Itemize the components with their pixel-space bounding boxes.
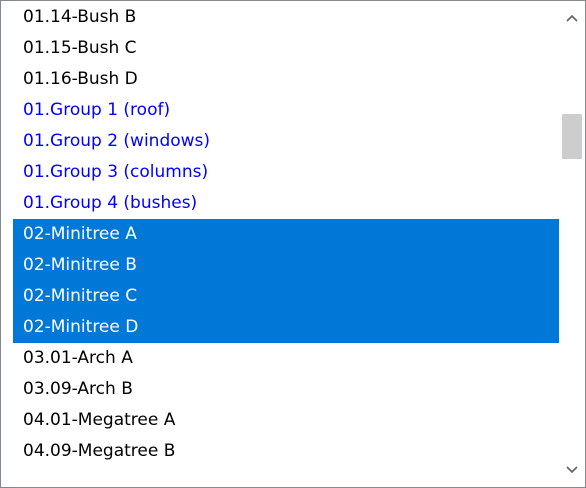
list-item[interactable]: 03.09-Arch B xyxy=(1,374,559,405)
list-item[interactable]: 03.01-Arch A xyxy=(1,343,559,374)
list-item[interactable]: 04.01-Megatree A xyxy=(1,405,559,436)
list-item-group[interactable]: 01.Group 2 (windows) xyxy=(1,126,559,157)
listbox-items: 01.14-Bush B 01.15-Bush C 01.16-Bush D 0… xyxy=(1,2,559,486)
list-item[interactable]: 01.15-Bush C xyxy=(1,33,559,64)
scroll-down-button[interactable] xyxy=(559,453,585,487)
list-item-selected[interactable]: 02-Minitree B xyxy=(13,250,559,281)
model-listbox[interactable]: 01.14-Bush B 01.15-Bush C 01.16-Bush D 0… xyxy=(0,0,586,488)
list-item-selected[interactable]: 02-Minitree C xyxy=(13,281,559,312)
list-item-selected[interactable]: 02-Minitree A xyxy=(13,219,559,250)
vertical-scrollbar[interactable] xyxy=(559,1,585,487)
list-item-selected[interactable]: 02-Minitree D xyxy=(13,312,559,343)
scroll-up-button[interactable] xyxy=(559,1,585,35)
list-item[interactable]: 01.16-Bush D xyxy=(1,64,559,95)
list-item[interactable]: 01.14-Bush B xyxy=(1,2,559,33)
list-item[interactable]: 04.09-Megatree B xyxy=(1,436,559,467)
scrollbar-thumb[interactable] xyxy=(562,114,582,159)
chevron-up-icon xyxy=(566,14,578,22)
list-item-group[interactable]: 01.Group 1 (roof) xyxy=(1,95,559,126)
list-item-group[interactable]: 01.Group 3 (columns) xyxy=(1,157,559,188)
list-item-group[interactable]: 01.Group 4 (bushes) xyxy=(1,188,559,219)
chevron-down-icon xyxy=(566,466,578,474)
